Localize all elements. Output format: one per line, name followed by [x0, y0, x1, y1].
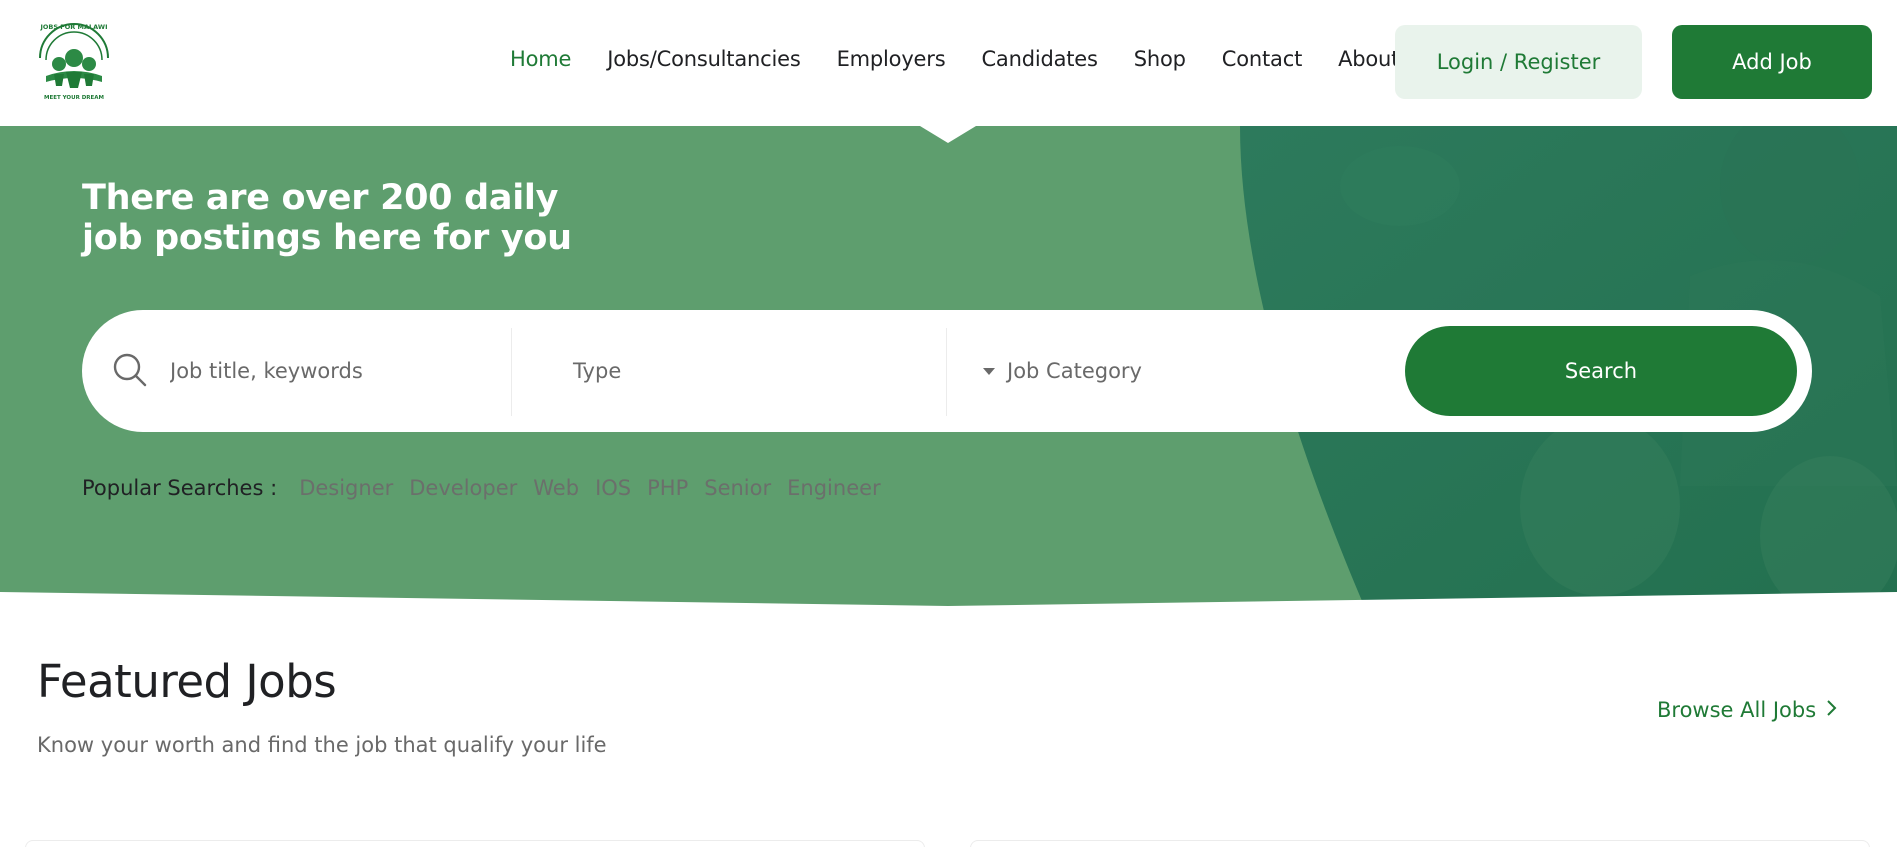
popular-search-link[interactable]: Senior: [704, 476, 771, 500]
featured-jobs-subtitle: Know your worth and find the job that qu…: [37, 733, 607, 757]
logo-tagline: MEET YOUR DREAM: [44, 95, 104, 101]
nav-contact[interactable]: Contact: [1222, 47, 1303, 71]
search-divider: [511, 328, 512, 416]
hero-title-line2: job postings here for you: [82, 218, 572, 258]
job-category-select-label: Job Category: [1007, 359, 1142, 383]
hero-section: There are over 200 daily job postings he…: [0, 126, 1897, 608]
hero-title-post: daily: [452, 178, 559, 218]
nav-shop[interactable]: Shop: [1134, 47, 1186, 71]
search-divider: [946, 328, 947, 416]
nav-home[interactable]: Home: [510, 47, 571, 71]
nav-active-notch: [920, 126, 976, 143]
browse-all-jobs-link[interactable]: Browse All Jobs: [1657, 698, 1838, 722]
add-job-button[interactable]: Add Job: [1672, 25, 1872, 99]
type-select-label: Type: [573, 359, 622, 383]
featured-jobs-title: Featured Jobs: [37, 655, 337, 708]
job-card[interactable]: [25, 840, 925, 847]
popular-search-link[interactable]: Web: [533, 476, 579, 500]
browse-all-jobs-label: Browse All Jobs: [1657, 698, 1817, 722]
popular-searches-label: Popular Searches :: [82, 476, 278, 500]
main-nav: Home Jobs/Consultancies Employers Candid…: [510, 47, 1435, 71]
hero-title: There are over 200 daily job postings he…: [82, 178, 572, 258]
nav-jobs-consultancies[interactable]: Jobs/Consultancies: [607, 47, 801, 71]
popular-searches: Popular Searches : Designer Developer We…: [82, 476, 897, 500]
search-icon: [112, 352, 148, 392]
job-card[interactable]: [970, 840, 1870, 847]
logo-graphic: MEET YOUR DREAM JOBS FOR MALAWI: [39, 23, 109, 101]
hero-bottom-wave: [0, 592, 1897, 612]
nav-about[interactable]: About: [1338, 47, 1399, 71]
type-select[interactable]: Type: [573, 346, 1003, 396]
logo-wordmark: JOBS FOR MALAWI: [39, 23, 107, 31]
popular-search-link[interactable]: Designer: [299, 476, 393, 500]
popular-search-link[interactable]: Developer: [409, 476, 517, 500]
keyword-search-input[interactable]: [170, 346, 490, 396]
site-header: MEET YOUR DREAM JOBS FOR MALAWI Home Job…: [0, 0, 1897, 126]
job-search-form: Type Job Category Search: [82, 310, 1812, 432]
site-logo[interactable]: MEET YOUR DREAM JOBS FOR MALAWI: [32, 18, 116, 104]
popular-search-link[interactable]: IOS: [595, 476, 631, 500]
chevron-right-icon: [1826, 698, 1838, 722]
hero-title-count: 200: [380, 178, 453, 218]
search-button[interactable]: Search: [1405, 326, 1797, 416]
hero-title-pre: There are over: [82, 178, 381, 218]
nav-employers[interactable]: Employers: [837, 47, 946, 71]
login-register-button[interactable]: Login / Register: [1395, 25, 1642, 99]
job-category-select[interactable]: Job Category: [1007, 346, 1437, 396]
nav-candidates[interactable]: Candidates: [981, 47, 1098, 71]
caret-down-icon: [983, 368, 995, 375]
popular-search-link[interactable]: PHP: [647, 476, 688, 500]
popular-search-link[interactable]: Engineer: [787, 476, 881, 500]
